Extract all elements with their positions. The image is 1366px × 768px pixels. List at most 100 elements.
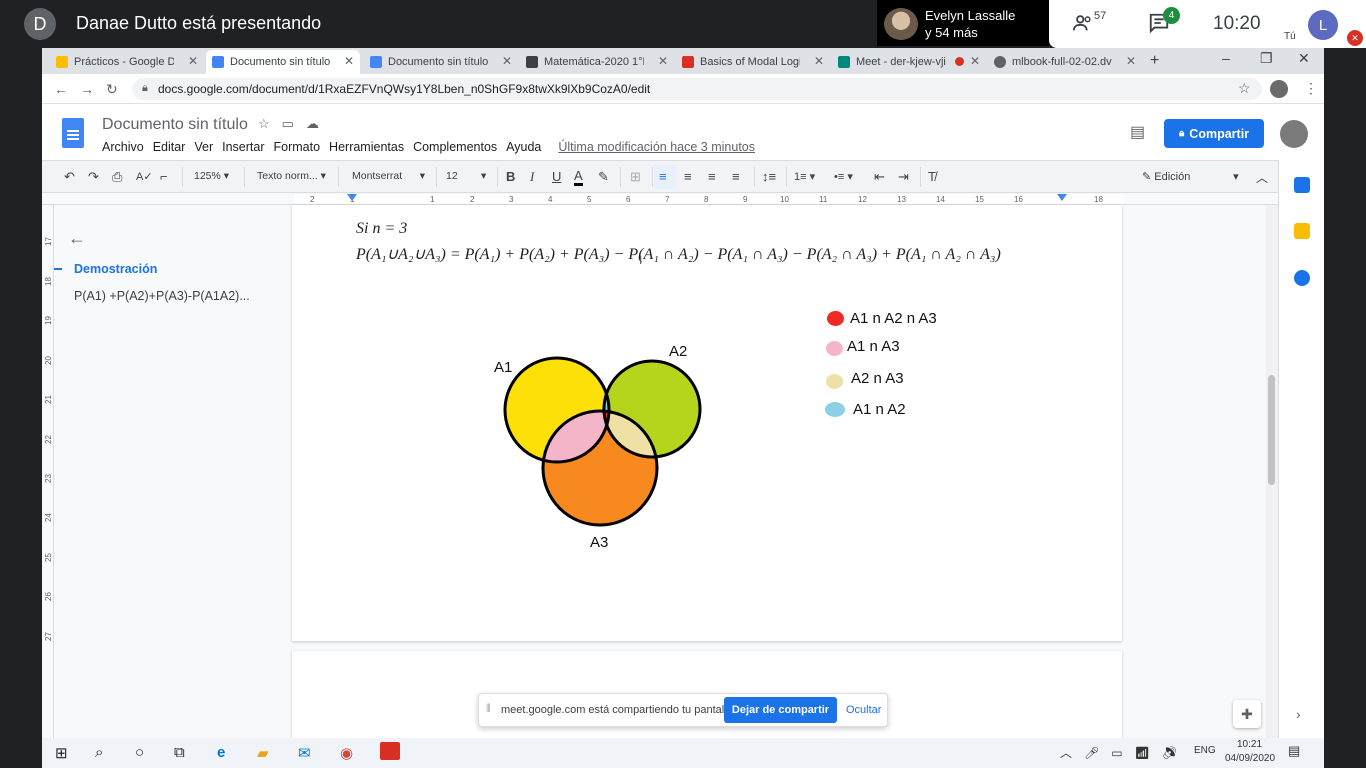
self-avatar[interactable]: L: [1308, 10, 1338, 40]
text-color-icon[interactable]: A: [574, 169, 583, 186]
move-folder-icon[interactable]: ▭: [282, 116, 306, 131]
star-icon[interactable]: ☆: [258, 116, 282, 131]
tab-mlbook[interactable]: mlbook-full-02-02.dvi ✕: [988, 50, 1142, 74]
edge-icon[interactable]: e: [217, 744, 225, 761]
minimize-button[interactable]: –: [1222, 50, 1230, 66]
comments-icon[interactable]: ▤: [1130, 122, 1145, 142]
hide-notice-button[interactable]: Ocultar: [846, 704, 881, 716]
forward-icon[interactable]: →: [80, 81, 94, 97]
menu-editar[interactable]: Editar: [153, 140, 186, 154]
cortana-icon[interactable]: ○: [135, 744, 144, 761]
menu-formato[interactable]: Formato: [274, 140, 321, 154]
tab-docs[interactable]: Documento sin título - Google Docs ✕: [364, 50, 518, 74]
calendar-icon[interactable]: [1294, 177, 1310, 193]
insert-comment-icon[interactable]: ⊞: [630, 169, 641, 185]
user-avatar[interactable]: [1280, 120, 1308, 148]
outline-heading[interactable]: Demostración: [74, 262, 157, 276]
close-icon[interactable]: ✕: [814, 54, 824, 68]
drive-icon: [56, 56, 68, 68]
close-icon[interactable]: ✕: [188, 54, 198, 68]
line-spacing-icon[interactable]: ↕≡: [762, 169, 776, 184]
chrome-menu-icon[interactable]: ⋮: [1304, 80, 1318, 97]
drag-handle-icon[interactable]: ⦀: [486, 703, 491, 716]
last-edit-link[interactable]: Última modificación hace 3 minutos: [558, 140, 755, 154]
acrobat-icon[interactable]: [380, 742, 400, 760]
left-indent-marker[interactable]: [347, 194, 357, 201]
edit-mode-select[interactable]: ✎ Edición ▾: [1142, 170, 1239, 183]
bookmark-star-icon[interactable]: ☆: [1238, 80, 1251, 97]
back-icon[interactable]: ←: [54, 81, 68, 97]
notifications-icon[interactable]: ▤: [1288, 743, 1300, 759]
menu-insertar[interactable]: Insertar: [222, 140, 264, 154]
tasks-icon[interactable]: [1294, 270, 1310, 286]
tab-gmail[interactable]: Basics of Modal Logic ✕: [676, 50, 830, 74]
close-icon[interactable]: ✕: [344, 54, 354, 68]
scrollbar-thumb[interactable]: [1268, 375, 1275, 485]
paint-format-icon[interactable]: ⌐: [160, 169, 168, 184]
font-select[interactable]: Montserrat ▾: [352, 170, 425, 182]
menu-herramientas[interactable]: Herramientas: [329, 140, 404, 154]
reload-icon[interactable]: ↻: [106, 81, 118, 98]
tab-matematica[interactable]: Matemática-2020 1°B ✕: [520, 50, 674, 74]
numbered-list-icon[interactable]: 1≡ ▾: [794, 170, 815, 183]
highlight-icon[interactable]: ✎: [598, 169, 609, 185]
close-icon[interactable]: ✕: [1126, 54, 1136, 68]
venn-label-a3: A3: [590, 534, 609, 551]
bold-icon[interactable]: B: [506, 169, 515, 184]
clear-formatting-icon[interactable]: T̸: [928, 169, 936, 184]
underline-icon[interactable]: U: [552, 169, 561, 184]
windows-start-icon[interactable]: ⊞: [55, 744, 68, 762]
search-icon[interactable]: ⌕: [95, 744, 103, 761]
taskbar-time[interactable]: 10:21: [1237, 739, 1262, 750]
justify-icon[interactable]: ≡: [732, 169, 740, 184]
align-right-icon[interactable]: ≡: [708, 169, 716, 184]
spellcheck-icon[interactable]: A✓: [136, 170, 153, 183]
tab-docs-active[interactable]: Documento sin título - Google Docs ✕: [206, 50, 360, 74]
url-text[interactable]: docs.google.com/document/d/1RxaEZFVnQWsy…: [158, 82, 650, 96]
explore-icon[interactable]: ✚: [1233, 700, 1261, 728]
close-icon[interactable]: ✕: [970, 54, 980, 68]
expand-panel-icon[interactable]: ›: [1296, 706, 1301, 722]
collapse-menu-icon[interactable]: ︿: [1256, 169, 1268, 186]
menu-archivo[interactable]: Archivo: [102, 140, 144, 154]
decrease-indent-icon[interactable]: ⇤: [874, 169, 885, 185]
font-size-select[interactable]: 12 ▾: [446, 170, 486, 182]
file-explorer-icon[interactable]: ▰: [257, 744, 269, 762]
stop-sharing-button[interactable]: Dejar de compartir: [724, 697, 837, 723]
people-icon[interactable]: [1072, 12, 1094, 39]
mail-icon[interactable]: ✉: [298, 744, 311, 762]
tab-label: Documento sin título - Google Docs: [230, 56, 330, 68]
keep-icon[interactable]: [1294, 223, 1310, 239]
tab-meet[interactable]: Meet - der-kjew-vji ✕: [832, 50, 986, 74]
italic-icon[interactable]: I: [530, 169, 534, 185]
increase-indent-icon[interactable]: ⇥: [898, 169, 909, 185]
menu-ver[interactable]: Ver: [194, 140, 213, 154]
print-icon[interactable]: ⎙: [112, 169, 122, 185]
maximize-button[interactable]: ❐: [1260, 50, 1273, 67]
chrome-icon[interactable]: ◉: [340, 744, 353, 762]
document-title[interactable]: Documento sin título: [102, 116, 248, 134]
task-view-icon[interactable]: ⧉: [174, 744, 185, 761]
outline-back-icon[interactable]: ←: [68, 228, 86, 249]
profile-avatar[interactable]: [1270, 80, 1288, 98]
style-select[interactable]: Texto norm... ▾: [257, 170, 326, 182]
redo-icon[interactable]: ↷: [88, 169, 99, 185]
right-indent-marker[interactable]: [1057, 194, 1067, 201]
undo-icon[interactable]: ↶: [64, 169, 75, 185]
close-icon[interactable]: ✕: [502, 54, 512, 68]
zoom-select[interactable]: 125% ▾: [194, 170, 229, 182]
language-indicator[interactable]: ENG: [1194, 745, 1216, 756]
docs-logo-icon[interactable]: [62, 118, 84, 148]
bulleted-list-icon[interactable]: •≡ ▾: [834, 170, 853, 183]
align-center-icon[interactable]: ≡: [684, 169, 692, 184]
close-icon[interactable]: ✕: [658, 54, 668, 68]
outline-item[interactable]: P(A1) +P(A2)+P(A3)-P(A1A2)...: [74, 289, 250, 303]
tab-google-drive[interactable]: Prácticos - Google Drive ✕: [50, 50, 204, 74]
new-tab-button[interactable]: +: [1150, 52, 1159, 70]
docs-header: Documento sin título ☆▭☁ Archivo Editar …: [42, 104, 1324, 160]
share-button[interactable]: 🔒︎ Compartir: [1164, 119, 1264, 148]
window-close-button[interactable]: ✕: [1298, 50, 1310, 67]
menu-ayuda[interactable]: Ayuda: [506, 140, 541, 154]
menu-complementos[interactable]: Complementos: [413, 140, 497, 154]
taskbar-date[interactable]: 04/09/2020: [1225, 753, 1275, 764]
